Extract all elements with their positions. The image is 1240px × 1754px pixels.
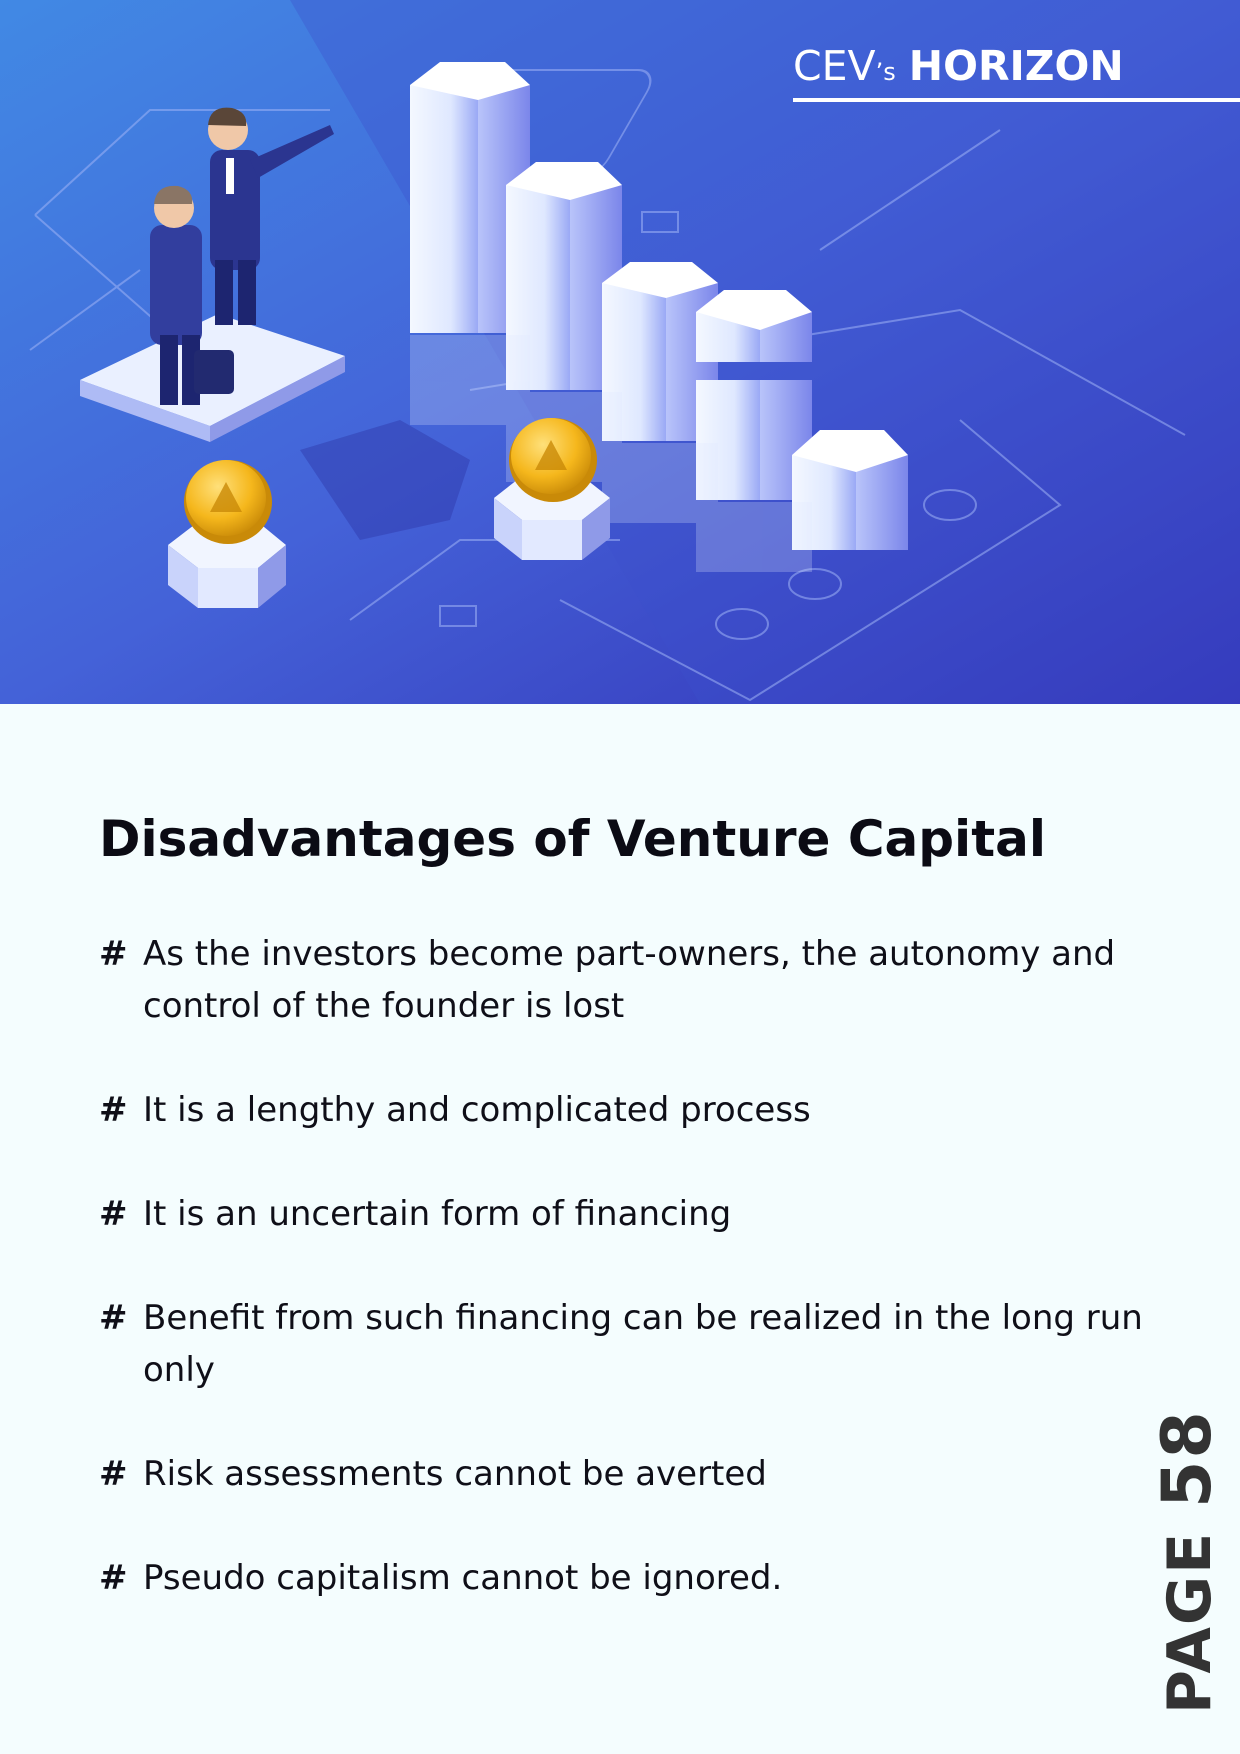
list-item: # Pseudo capitalism cannot be ignored. bbox=[99, 1552, 1139, 1604]
list-item: # As the investors become part-owners, t… bbox=[99, 928, 1139, 1032]
bullet-text: Pseudo capitalism cannot be ignored. bbox=[143, 1558, 783, 1598]
business-growth-illustration bbox=[0, 0, 1240, 704]
page-title: Disadvantages of Venture Capital bbox=[99, 810, 1046, 868]
coin-icon bbox=[509, 418, 597, 502]
bullet-marker: # bbox=[99, 1298, 128, 1338]
brand-suffix: ’s bbox=[875, 58, 896, 86]
bullet-marker: # bbox=[99, 1558, 128, 1598]
brand-name: HORIZON bbox=[908, 42, 1124, 90]
bullet-marker: # bbox=[99, 1454, 128, 1494]
bullet-text: As the investors become part-owners, the… bbox=[143, 934, 1116, 1026]
bullet-text: Benefit from such financing can be reali… bbox=[143, 1298, 1143, 1390]
article-content: Disadvantages of Venture Capital # As th… bbox=[99, 808, 1143, 1598]
bullet-marker: # bbox=[99, 1194, 128, 1234]
bullet-marker: # bbox=[99, 1090, 128, 1130]
bullet-text: It is a lengthy and complicated process bbox=[143, 1090, 811, 1130]
brand-prefix: CEV bbox=[793, 42, 876, 90]
coin-icon bbox=[184, 460, 272, 544]
page-number-value: 58 bbox=[1148, 1409, 1227, 1508]
list-item: # Benefit from such financing can be rea… bbox=[99, 1292, 1143, 1396]
brand-underline bbox=[793, 98, 1240, 102]
list-item: # It is an uncertain form of financing bbox=[99, 1188, 1139, 1240]
page-label-text: PAGE bbox=[1155, 1530, 1225, 1714]
list-item: # Risk assessments cannot be averted bbox=[99, 1448, 1139, 1500]
bullet-text: Risk assessments cannot be averted bbox=[143, 1454, 767, 1494]
bullet-text: It is an uncertain form of financing bbox=[143, 1194, 732, 1234]
page-number: PAGE 58 bbox=[1143, 1409, 1233, 1714]
bullet-marker: # bbox=[99, 934, 128, 974]
brand-logo: CEV’s HORIZON bbox=[793, 42, 1124, 96]
list-item: # It is a lengthy and complicated proces… bbox=[99, 1084, 1139, 1136]
hero-illustration bbox=[0, 0, 1240, 704]
